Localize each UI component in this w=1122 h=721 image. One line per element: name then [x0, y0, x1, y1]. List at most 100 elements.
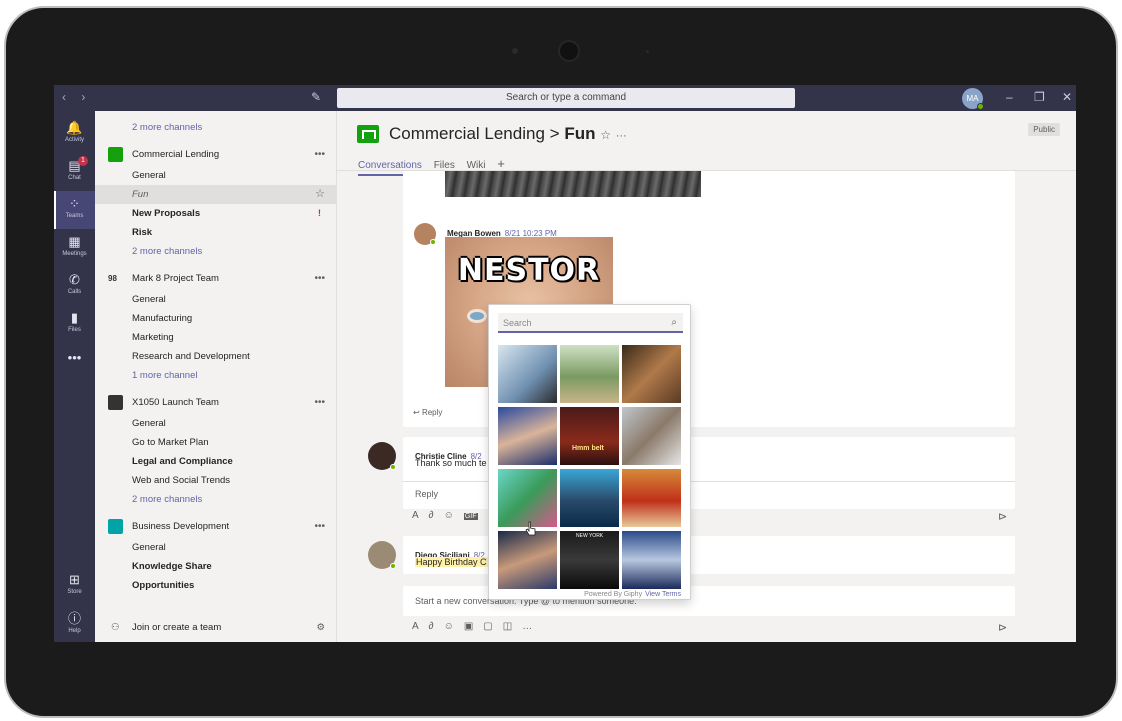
gif-caption: Hmm beIt [572, 445, 604, 452]
channel-manufacturing[interactable]: Manufacturing [95, 309, 336, 328]
gif-thumbnail[interactable] [498, 531, 557, 589]
channel-fun[interactable]: Fun ☆ [95, 185, 336, 204]
giphy-picker: Search ⌕ Hmm beIt NEW YORK Powered By Gi… [488, 304, 691, 600]
settings-gear-icon[interactable]: ⚙ [316, 614, 325, 642]
channel-legal[interactable]: Legal and Compliance [95, 452, 336, 471]
team-x1050[interactable]: X1050 Launch Team ••• [95, 393, 336, 412]
send-icon[interactable]: ⊳ [998, 621, 1007, 634]
team-mark-8[interactable]: 98 Mark 8 Project Team ••• [95, 269, 336, 288]
rail-more[interactable]: ••• [54, 345, 95, 369]
gif-thumbnail[interactable] [498, 345, 557, 403]
channel-name: General [132, 170, 166, 181]
team-more-icon[interactable]: ••• [314, 393, 325, 412]
team-more-icon[interactable]: ••• [314, 145, 325, 164]
team-more-icon[interactable]: ••• [314, 269, 325, 288]
send-icon[interactable]: ⊳ [998, 510, 1007, 523]
rail-meetings[interactable]: ▦ Meetings [54, 229, 95, 267]
avatar[interactable] [414, 223, 436, 245]
rail-chat[interactable]: ▤ 1 Chat [54, 153, 95, 191]
gif-thumbnail[interactable] [622, 345, 681, 403]
team-commercial-lending[interactable]: Commercial Lending ••• [95, 145, 336, 164]
channel-risk[interactable]: Risk [95, 223, 336, 242]
rail-help[interactable]: ⓘ Help [54, 603, 95, 641]
command-search-input[interactable]: Search or type a command [337, 88, 795, 108]
more-options-icon[interactable]: … [522, 621, 542, 632]
channel-general[interactable]: General [95, 290, 336, 309]
gif-thumbnail[interactable] [498, 407, 557, 465]
more-channels-link[interactable]: 2 more channels [95, 242, 336, 261]
format-icon[interactable]: A [412, 510, 429, 521]
rail-store[interactable]: ⊞ Store [54, 567, 95, 605]
camera [558, 40, 580, 62]
app-rail: 🔔 Activity ▤ 1 Chat ⁘ Teams ▦ Meetings ✆ Calls… [54, 111, 95, 642]
gif-thumbnail[interactable]: NEW YORK [560, 531, 619, 589]
gif-thumbnail[interactable] [560, 469, 619, 527]
link-label: 2 more channels [132, 246, 203, 257]
emoji-icon[interactable]: ☺ [444, 510, 464, 521]
favorite-star-icon[interactable]: ☆ [315, 185, 325, 204]
search-icon[interactable]: ⌕ [671, 313, 677, 333]
channel-research[interactable]: Research and Development [95, 347, 336, 366]
channel-name: General [132, 294, 166, 305]
reply-link[interactable]: ↩ Reply [413, 408, 442, 417]
channel-general[interactable]: General [95, 414, 336, 433]
avatar[interactable] [368, 442, 396, 470]
channel-general[interactable]: General [95, 166, 336, 185]
user-avatar[interactable]: MA [962, 88, 984, 110]
gif-thumbnail[interactable] [560, 345, 619, 403]
more-channels-link[interactable]: 2 more channels [95, 490, 336, 509]
view-terms-link[interactable]: View Terms [645, 591, 681, 598]
gif-caption: NEW YORK [576, 533, 604, 539]
rail-calls[interactable]: ✆ Calls [54, 267, 95, 305]
attach-icon[interactable]: ∂ [429, 621, 444, 632]
gif-thumbnail[interactable] [498, 469, 557, 527]
team-business-development[interactable]: Business Development ••• [95, 517, 336, 536]
teams-window: ‹ › ✎ Search or type a command MA – ❐ ✕ … [54, 85, 1076, 642]
meet-now-icon[interactable]: ◫ [503, 621, 522, 632]
history-nav[interactable]: ‹ › [62, 90, 91, 104]
rail-label: Store [67, 589, 82, 595]
gif-thumbnail[interactable] [622, 469, 681, 527]
channel-opportunities[interactable]: Opportunities [95, 576, 336, 595]
rail-label: Meetings [62, 251, 87, 257]
compose-toolbar: A∂☺▣▢◫… [412, 621, 542, 632]
reply-box[interactable]: Reply [415, 489, 438, 499]
giphy-search-input[interactable]: Search ⌕ [498, 313, 683, 333]
channel-knowledge-share[interactable]: Knowledge Share [95, 557, 336, 576]
team-name[interactable]: Commercial Lending [389, 124, 545, 143]
hand-cursor-icon [525, 521, 536, 536]
gif-thumbnail[interactable] [622, 407, 681, 465]
format-icon[interactable]: A [412, 621, 429, 632]
sticker-icon[interactable]: ▢ [483, 621, 502, 632]
gif-thumbnail[interactable]: Hmm beIt [560, 407, 619, 465]
channel-general[interactable]: General [95, 538, 336, 557]
close-button[interactable]: ✕ [1062, 90, 1072, 104]
minimize-button[interactable]: – [1006, 90, 1013, 104]
giphy-icon[interactable]: ▣ [464, 621, 483, 632]
reply-icon: ↩ [413, 408, 420, 417]
presence-dot [430, 239, 436, 245]
new-chat-icon[interactable]: ✎ [311, 90, 321, 104]
more-options-icon[interactable]: ··· [616, 130, 627, 142]
attach-icon[interactable]: ∂ [429, 510, 444, 521]
emoji-icon[interactable]: ☺ [444, 621, 464, 632]
presence-dot [390, 464, 396, 470]
more-channels-link[interactable]: 1 more channel [95, 366, 336, 385]
sensor [512, 48, 518, 54]
gif-face-eye [467, 309, 487, 323]
gif-thumbnail[interactable] [622, 531, 681, 589]
rail-teams[interactable]: ⁘ Teams [54, 191, 95, 229]
rail-activity[interactable]: 🔔 Activity [54, 115, 95, 153]
channel-marketing[interactable]: Marketing [95, 328, 336, 347]
avatar[interactable] [368, 541, 396, 569]
channel-new-proposals[interactable]: New Proposals! [95, 204, 336, 223]
maximize-button[interactable]: ❐ [1034, 90, 1045, 104]
join-create-team-button[interactable]: ⚇ Join or create a team ⚙ [95, 614, 336, 642]
channel-go-to-market[interactable]: Go to Market Plan [95, 433, 336, 452]
more-channels-link[interactable]: 2 more channels [95, 118, 336, 137]
giphy-icon[interactable]: GIF [463, 513, 478, 520]
team-more-icon[interactable]: ••• [314, 517, 325, 536]
favorite-star-icon[interactable]: ☆ [600, 128, 611, 142]
rail-files[interactable]: ▮ Files [54, 305, 95, 343]
channel-web-social[interactable]: Web and Social Trends [95, 471, 336, 490]
